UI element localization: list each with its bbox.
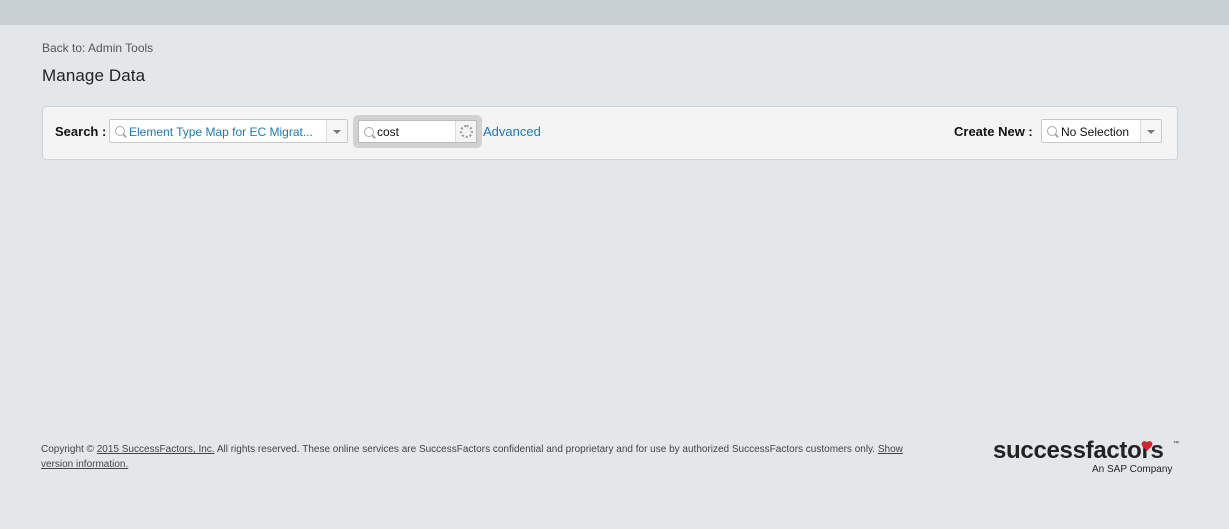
create-new-label: Create New : (954, 124, 1033, 139)
magnifier-icon (1047, 126, 1057, 136)
successfactors-logo: successfactors ™ An SAP Company (993, 437, 1183, 477)
chevron-down-icon[interactable] (326, 120, 347, 142)
object-type-select[interactable]: Element Type Map for EC Migrat... (109, 119, 348, 143)
search-field[interactable] (358, 120, 477, 143)
chevron-down-icon[interactable] (1140, 120, 1161, 142)
search-input[interactable] (377, 123, 455, 140)
advanced-search-link[interactable]: Advanced (483, 124, 541, 139)
search-field-wrapper (353, 115, 482, 148)
logo-tagline: An SAP Company (1092, 464, 1173, 475)
page-title: Manage Data (42, 66, 146, 85)
search-panel: Search : Element Type Map for EC Migrat.… (42, 106, 1178, 160)
loading-spinner-icon (455, 121, 476, 142)
create-new-value: No Selection (1061, 125, 1130, 139)
logo-wordmark: successfactors (993, 437, 1164, 464)
company-link[interactable]: 2015 SuccessFactors, Inc. (97, 444, 215, 455)
magnifier-icon (115, 126, 125, 136)
create-new-select[interactable]: No Selection (1041, 119, 1162, 143)
object-type-value: Element Type Map for EC Migrat... (129, 125, 313, 139)
back-to-admin-tools-link[interactable]: Back to: Admin Tools (42, 41, 153, 55)
logo-trademark: ™ (1173, 441, 1179, 447)
footer-copyright: Copyright © 2015 SuccessFactors, Inc. Al… (41, 442, 921, 472)
top-bar (0, 0, 1229, 25)
magnifier-icon (364, 127, 374, 137)
heart-icon (1141, 441, 1153, 451)
rights-text: All rights reserved. These online servic… (216, 444, 876, 455)
search-label: Search : (55, 124, 107, 139)
copyright-prefix: Copyright © (41, 444, 94, 455)
